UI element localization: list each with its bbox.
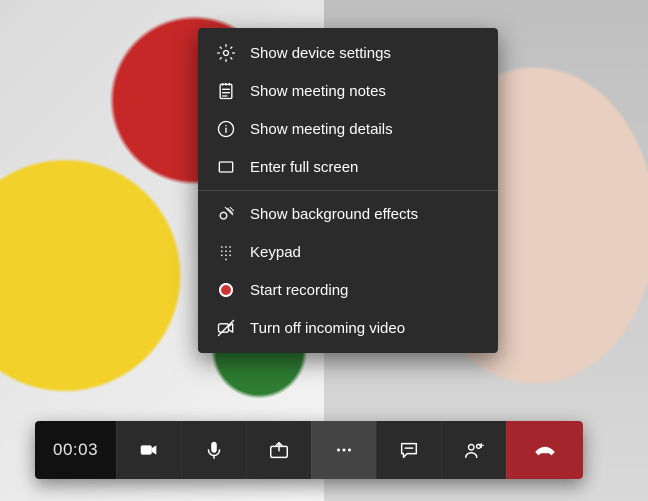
menu-item-label: Show device settings <box>250 45 391 62</box>
menu-item-full-screen[interactable]: Enter full screen <box>198 148 498 186</box>
share-button[interactable] <box>246 421 311 479</box>
more-actions-button[interactable] <box>311 421 376 479</box>
call-timer: 00:03 <box>35 421 116 479</box>
notes-icon <box>216 81 236 101</box>
info-icon <box>216 119 236 139</box>
menu-item-background-effects[interactable]: Show background effects <box>198 195 498 233</box>
hang-up-button[interactable] <box>506 421 583 479</box>
fullscreen-icon <box>216 157 236 177</box>
menu-item-label: Enter full screen <box>250 159 358 176</box>
camera-button[interactable] <box>116 421 181 479</box>
video-off-icon <box>216 318 236 338</box>
menu-item-label: Turn off incoming video <box>250 320 405 337</box>
menu-item-start-recording[interactable]: Start recording <box>198 271 498 309</box>
menu-item-label: Show meeting notes <box>250 83 386 100</box>
menu-item-label: Start recording <box>250 282 348 299</box>
gear-icon <box>216 43 236 63</box>
background-effects-icon <box>216 204 236 224</box>
menu-item-label: Show background effects <box>250 206 418 223</box>
participants-button[interactable] <box>441 421 506 479</box>
meeting-screen: Show device settings Show meeting notes … <box>0 0 648 501</box>
more-actions-menu: Show device settings Show meeting notes … <box>198 28 498 353</box>
meeting-toolbar: 00:03 <box>35 421 583 479</box>
menu-item-keypad[interactable]: Keypad <box>198 233 498 271</box>
menu-item-label: Keypad <box>250 244 301 261</box>
mic-button[interactable] <box>181 421 246 479</box>
menu-item-turn-off-incoming-video[interactable]: Turn off incoming video <box>198 309 498 347</box>
chat-button[interactable] <box>376 421 441 479</box>
menu-item-meeting-notes[interactable]: Show meeting notes <box>198 72 498 110</box>
menu-divider <box>198 190 498 191</box>
menu-item-device-settings[interactable]: Show device settings <box>198 34 498 72</box>
menu-item-label: Show meeting details <box>250 121 393 138</box>
keypad-icon <box>216 242 236 262</box>
record-icon <box>216 280 236 300</box>
menu-item-meeting-details[interactable]: Show meeting details <box>198 110 498 148</box>
